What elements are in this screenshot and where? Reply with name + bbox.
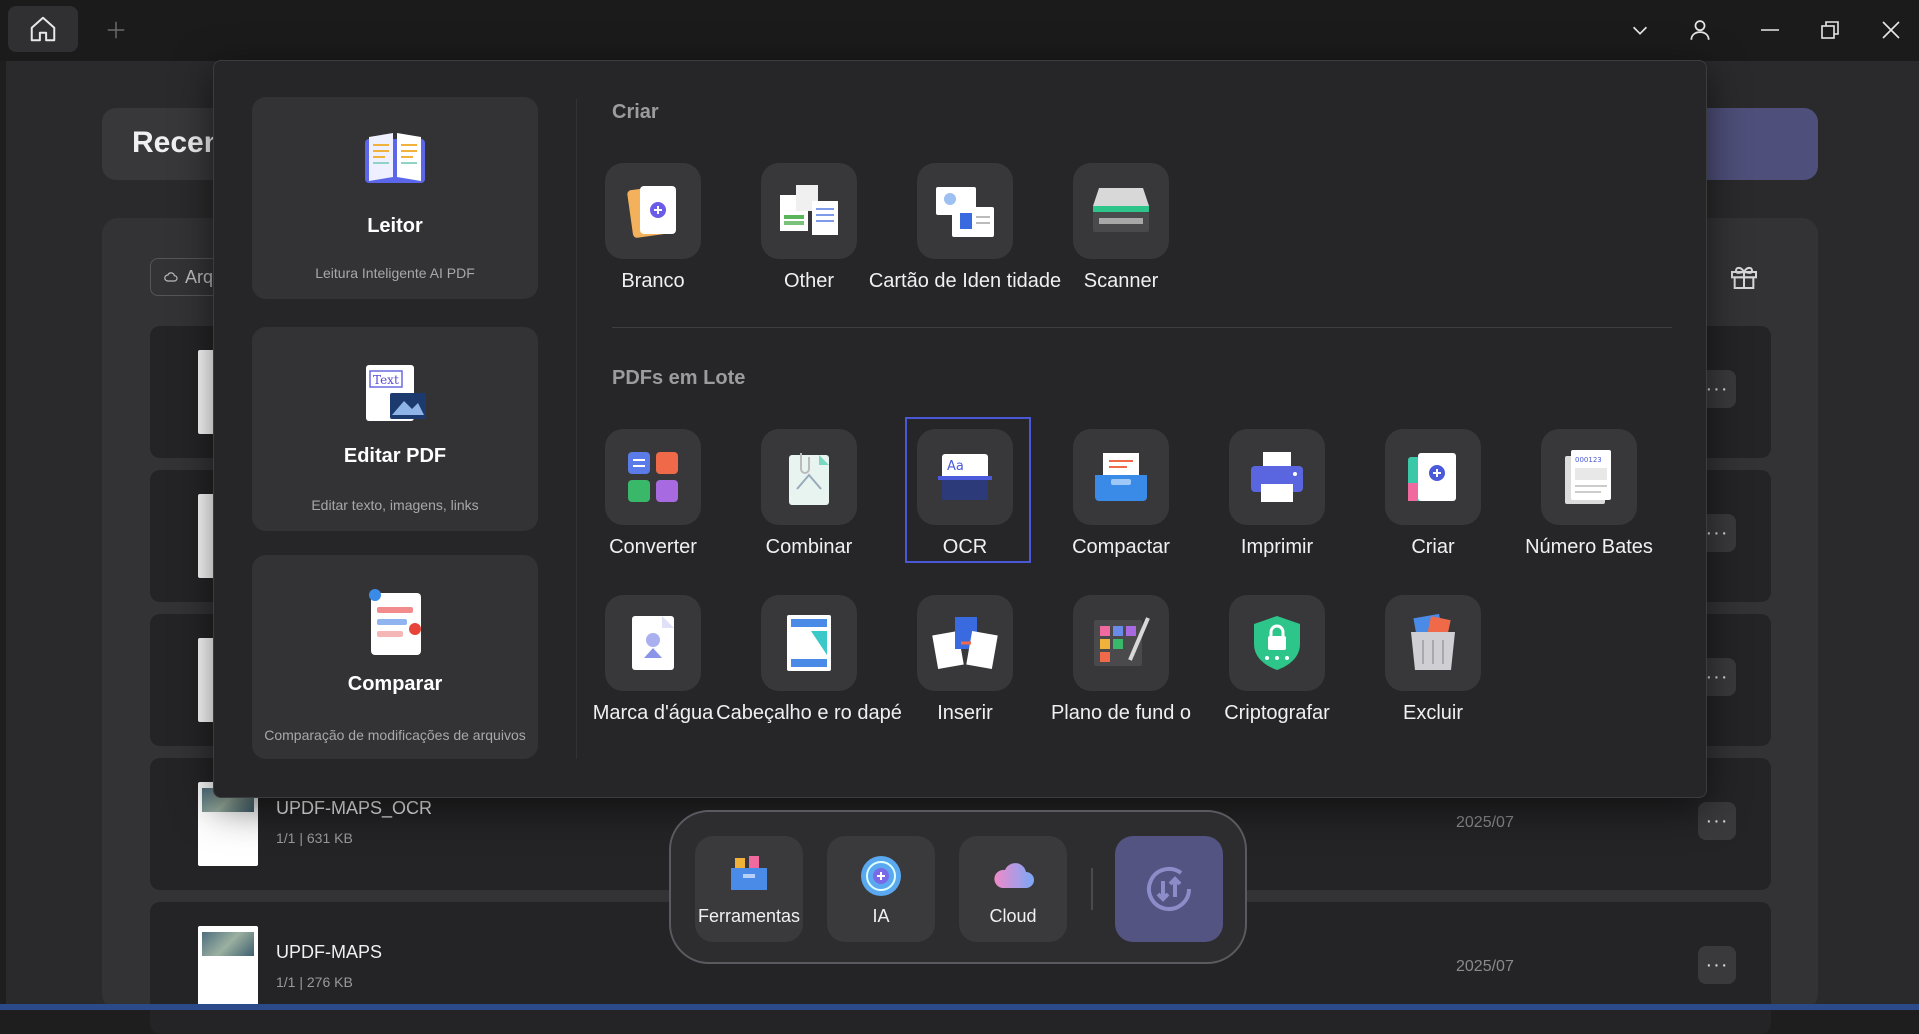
card-subtitle: Editar texto, imagens, links bbox=[311, 497, 479, 513]
svg-text:Text: Text bbox=[373, 373, 399, 387]
account-button[interactable] bbox=[1680, 12, 1720, 48]
card-subtitle: Leitura Inteligente AI PDF bbox=[315, 265, 475, 281]
create-pdf-icon bbox=[1408, 453, 1456, 501]
user-icon bbox=[1690, 20, 1710, 40]
toggle-arrows-icon bbox=[1147, 867, 1191, 911]
popup-divider bbox=[576, 99, 577, 759]
file-name: UPDF-MAPS bbox=[276, 942, 383, 962]
printer-icon bbox=[1251, 452, 1303, 502]
dock-label: Ferramentas bbox=[697, 906, 801, 926]
convert-icon bbox=[628, 452, 678, 502]
restore-icon bbox=[1821, 21, 1839, 39]
dock-divider bbox=[1091, 868, 1093, 910]
card-title: Leitor bbox=[367, 215, 423, 237]
batch-section-title: PDFs em Lote bbox=[612, 367, 746, 389]
edit-text-icon: Text bbox=[366, 365, 426, 421]
edit-pdf-card[interactable]: Text Editar PDF Editar texto, imagens, l… bbox=[252, 327, 538, 531]
cloud-icon bbox=[164, 272, 178, 282]
bates-number-icon: 000123 bbox=[1565, 450, 1611, 504]
recent-title: Recen bbox=[132, 126, 223, 159]
cloud-icon bbox=[994, 863, 1034, 888]
close-button[interactable] bbox=[1871, 12, 1911, 48]
blank-page-icon bbox=[627, 186, 676, 238]
background-icon bbox=[1094, 617, 1150, 666]
svg-text:000123: 000123 bbox=[1575, 456, 1602, 464]
section-divider bbox=[612, 327, 1672, 328]
more-button[interactable]: ··· bbox=[1698, 946, 1736, 984]
toolbox-icon bbox=[731, 856, 767, 890]
scanner-icon bbox=[1093, 188, 1149, 232]
id-card-icon bbox=[936, 187, 994, 237]
tools-dock-button[interactable]: Ferramentas bbox=[695, 836, 803, 942]
bottom-accent-line bbox=[0, 1004, 1919, 1010]
minimize-button[interactable] bbox=[1750, 12, 1790, 48]
other-docs-icon bbox=[780, 185, 838, 235]
file-thumbnail bbox=[198, 926, 258, 1010]
book-icon bbox=[365, 133, 425, 183]
tool-label: Número Bates bbox=[1525, 536, 1653, 558]
reader-card[interactable]: Leitor Leitura Inteligente AI PDF bbox=[252, 97, 538, 299]
gift-button[interactable] bbox=[1728, 260, 1762, 294]
file-meta: 1/1 | 276 KB bbox=[276, 974, 353, 990]
bottom-dock: Ferramentas IA Cloud bbox=[669, 810, 1247, 964]
file-date: 2025/07 bbox=[1456, 958, 1514, 975]
combine-icon bbox=[789, 453, 829, 505]
ocr-selection-highlight bbox=[905, 417, 1031, 563]
new-tab-button[interactable] bbox=[100, 14, 132, 46]
insert-icon bbox=[932, 617, 998, 669]
file-date: 2025/07 bbox=[1456, 814, 1514, 831]
ai-dock-button[interactable]: IA bbox=[827, 836, 935, 942]
title-bar bbox=[0, 0, 1919, 61]
home-icon bbox=[30, 16, 56, 42]
card-subtitle: Comparação de modificações de arquivos bbox=[264, 727, 526, 743]
dock-collapse-button[interactable] bbox=[1115, 836, 1223, 942]
file-name: UPDF-MAPS_OCR bbox=[276, 798, 433, 818]
more-button[interactable]: ··· bbox=[1698, 802, 1736, 840]
card-title: Comparar bbox=[347, 673, 443, 695]
compress-icon bbox=[1095, 453, 1147, 501]
compare-icon bbox=[369, 589, 421, 655]
gift-icon bbox=[1731, 266, 1757, 289]
trash-icon bbox=[1411, 613, 1455, 670]
create-section-title: Criar bbox=[612, 101, 659, 123]
compare-card[interactable]: Comparar Comparação de modificações de a… bbox=[252, 555, 538, 759]
lock-shield-icon bbox=[1254, 616, 1300, 670]
minimize-icon bbox=[1761, 29, 1779, 31]
plus-icon bbox=[107, 21, 125, 39]
home-tab[interactable] bbox=[8, 6, 78, 52]
dock-label: IA bbox=[872, 906, 890, 926]
chevron-down-icon bbox=[1632, 26, 1648, 35]
close-icon bbox=[1882, 21, 1900, 39]
tool-label: Scanner bbox=[1083, 270, 1159, 292]
ai-icon bbox=[861, 856, 901, 896]
tool-label: Excluir bbox=[1402, 702, 1463, 724]
cloud-dock-button[interactable]: Cloud bbox=[959, 836, 1067, 942]
filter-label: Arq bbox=[185, 266, 214, 287]
dock-label: Cloud bbox=[989, 906, 1037, 926]
restore-button[interactable] bbox=[1810, 12, 1850, 48]
header-footer-icon bbox=[787, 615, 831, 671]
dropdown-button[interactable] bbox=[1620, 12, 1660, 48]
watermark-icon bbox=[632, 616, 674, 670]
card-title: Editar PDF bbox=[343, 445, 447, 467]
file-meta: 1/1 | 631 KB bbox=[276, 830, 353, 846]
